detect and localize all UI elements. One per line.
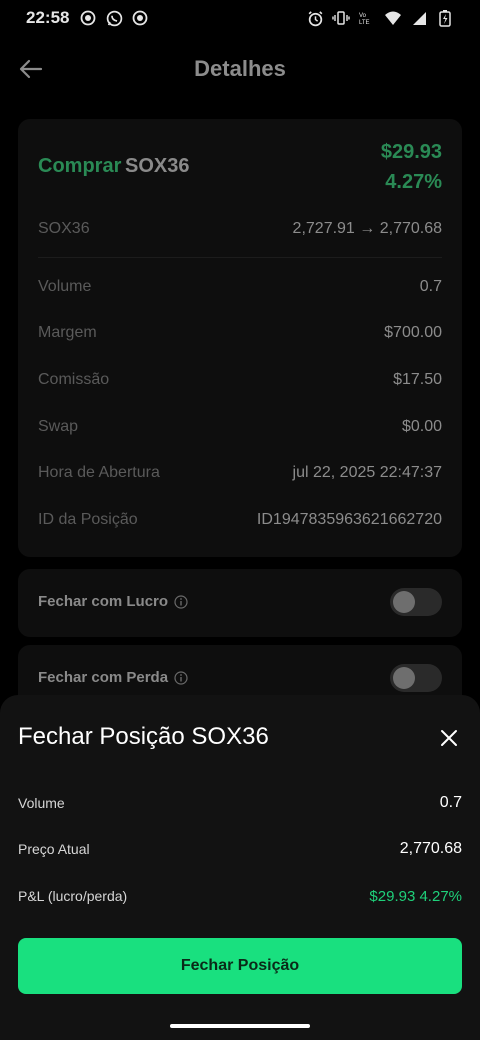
take-profit-toggle[interactable] (390, 588, 442, 616)
detail-value: ID1947835963621662720 (256, 511, 442, 528)
whatsapp-icon (105, 9, 123, 27)
svg-text:LTE: LTE (359, 20, 370, 26)
sheet-row-pnl: P&L (lucro/perda) $29.93 4.27% (18, 884, 462, 908)
stop-loss-label-group: Fechar com Perda (38, 669, 188, 686)
sheet-label: Volume (18, 795, 65, 811)
sheet-pnl-value: $29.93 4.27% (369, 887, 462, 905)
detail-label: Hora de Abertura (38, 464, 160, 481)
take-profit-label: Fechar com Lucro (38, 593, 169, 610)
info-icon[interactable] (174, 670, 188, 685)
pnl-percent: 4.27% (385, 171, 442, 193)
close-sheet-button[interactable] (432, 721, 466, 755)
battery-icon (436, 9, 454, 27)
stop-loss-label: Fechar com Perda (38, 669, 169, 686)
position-details-card: Comprar SOX36 $29.93 4.27% SOX36 2,727.9… (18, 119, 462, 557)
sheet-row-current-price: Preço Atual 2,770.68 (18, 837, 462, 861)
detail-label: ID da Posição (38, 511, 138, 528)
detail-row-swap: Swap $0.00 (38, 415, 442, 439)
toggle-knob (393, 667, 415, 689)
info-icon[interactable] (174, 594, 188, 609)
detail-label: Margem (38, 324, 97, 341)
close-position-sheet: Fechar Posição SOX36 Volume 0.7 Preço At… (0, 695, 480, 1040)
detail-value: 2,727.91 → 2,770.68 (292, 220, 442, 237)
detail-row-margin: Margem $700.00 (38, 321, 442, 345)
vibrate-icon (332, 9, 350, 27)
sheet-row-volume: Volume 0.7 (18, 791, 462, 815)
detail-row-position-id: ID da Posição ID1947835963621662720 (38, 508, 442, 532)
sheet-value: 0.7 (439, 794, 462, 811)
status-left-icons (79, 9, 149, 27)
sheet-value: 2,770.68 (399, 840, 462, 857)
sheet-title: Fechar Posição SOX36 (18, 723, 269, 750)
position-side: Comprar (38, 155, 122, 177)
detail-value: 0.7 (419, 278, 442, 295)
sheet-label: Preço Atual (18, 841, 90, 857)
record-icon (79, 9, 97, 27)
stop-loss-toggle[interactable] (390, 664, 442, 692)
home-indicator[interactable] (170, 1024, 310, 1028)
status-right-icons: Vo LTE (306, 9, 454, 27)
detail-value: jul 22, 2025 22:47:37 (292, 464, 442, 481)
detail-value: $0.00 (401, 418, 442, 435)
detail-label: SOX36 (38, 220, 90, 237)
detail-label: Volume (38, 278, 92, 295)
toggle-knob (393, 591, 415, 613)
app-header: Detalhes (0, 44, 480, 94)
detail-row-commission: Comissão $17.50 (38, 368, 442, 392)
divider (38, 257, 442, 258)
detail-row-volume: Volume 0.7 (38, 275, 442, 299)
detail-row-price: SOX36 2,727.91 → 2,770.68 (38, 217, 442, 241)
wifi-icon (384, 9, 402, 27)
status-time: 22:58 (26, 8, 70, 27)
close-icon (441, 730, 457, 746)
alarm-icon (306, 9, 324, 27)
detail-row-open-time: Hora de Abertura jul 22, 2025 22:47:37 (38, 461, 442, 485)
record-icon (131, 9, 149, 27)
detail-value: $17.50 (393, 371, 442, 388)
sheet-label: P&L (lucro/perda) (18, 888, 128, 904)
detail-label: Comissão (38, 371, 110, 388)
page-title: Detalhes (194, 56, 286, 81)
signal-icon (410, 9, 428, 27)
svg-text:Vo: Vo (359, 13, 367, 19)
status-bar: 22:58 Vo LTE (0, 0, 480, 36)
detail-label: Swap (38, 418, 79, 435)
take-profit-card: Fechar com Lucro (18, 569, 462, 637)
position-summary: Comprar SOX36 $29.93 4.27% (38, 139, 442, 199)
pnl-amount: $29.93 (380, 141, 442, 163)
position-symbol: SOX36 (125, 155, 190, 177)
close-position-button[interactable]: Fechar Posição (18, 938, 462, 994)
detail-value: $700.00 (384, 324, 442, 341)
volte-icon: Vo LTE (358, 9, 376, 27)
take-profit-label-group: Fechar com Lucro (38, 593, 188, 610)
